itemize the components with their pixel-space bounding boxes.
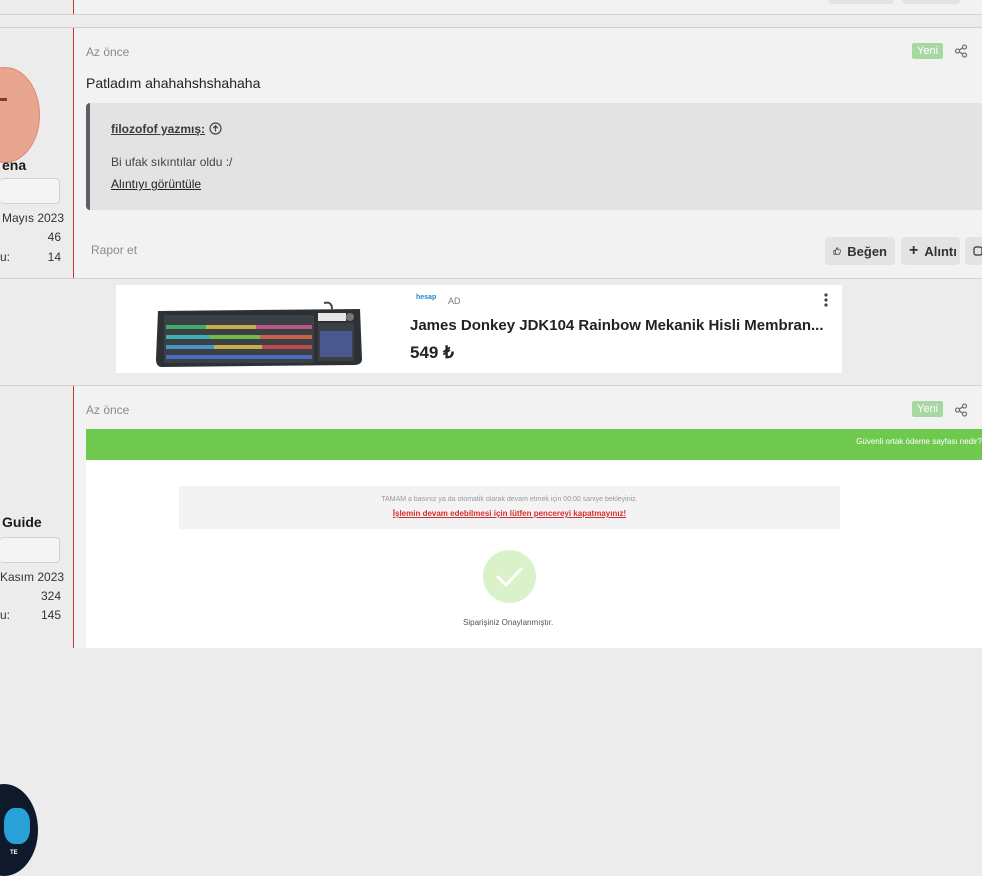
checkmark-icon <box>496 567 523 587</box>
like-label: Beğen <box>847 243 887 259</box>
avatar-text: TE <box>10 850 18 856</box>
keyboard-image <box>156 301 362 367</box>
ad-title[interactable]: James Donkey JDK104 Rainbow Mekanik Hisl… <box>410 317 838 334</box>
new-badge: Yeni <box>912 43 944 59</box>
post-text: Patladım ahahahshshahaha <box>86 75 261 91</box>
ad-brand-text: hesap <box>416 294 437 301</box>
embedded-screenshot: Güvenli ortak ödeme sayfası nedir? TAMAM… <box>86 429 982 648</box>
user-title-box <box>0 178 60 204</box>
reaction-count: 14 <box>47 250 61 264</box>
embed-top-bar-text: Güvenli ortak ödeme sayfası nedir? <box>856 437 982 446</box>
avatar-face <box>4 808 30 844</box>
thumbs-up-icon <box>833 247 841 255</box>
view-quote-link[interactable]: Alıntıyı görüntüle <box>111 177 201 191</box>
reply-icon <box>973 246 982 256</box>
user-title-box <box>0 537 60 563</box>
username[interactable]: Guide <box>2 514 42 530</box>
ad-banner[interactable]: hesap AD James Donkey JDK104 Rainbow Mek… <box>116 285 842 373</box>
quote-block: filozofof yazmış: Bi ufak sıkıntılar old… <box>86 103 982 210</box>
avatar[interactable]: TE <box>0 784 38 876</box>
quote-text: Bi ufak sıkıntılar oldu :/ <box>111 155 233 169</box>
joined-date: Kasım 2023 <box>0 570 65 584</box>
embed-top-bar: Güvenli ortak ödeme sayfası nedir? <box>86 429 982 460</box>
avatar[interactable] <box>0 67 40 163</box>
share-icon[interactable] <box>954 44 968 58</box>
report-link[interactable]: Rapor et <box>91 243 137 257</box>
divider <box>0 27 982 28</box>
quote-author[interactable]: filozofof yazmış: <box>111 122 205 136</box>
user-column: TE Guide Kasım 2023 324 u: 145 <box>0 386 74 876</box>
embed-status-text: Siparişiniz Onaylanmıştır. <box>463 618 554 627</box>
quote-author-link[interactable]: filozofof yazmış: <box>111 122 205 136</box>
post-time[interactable]: Az önce <box>86 45 129 59</box>
quote-button[interactable]: + Alıntı <box>901 237 960 265</box>
ad-left-spacer <box>0 279 73 385</box>
embed-info-line2: İşlemin devam edebilmesi için lütfen pen… <box>392 509 627 518</box>
arrow-up-circle-icon[interactable] <box>209 122 222 135</box>
divider <box>0 14 982 15</box>
message-count: 324 <box>40 589 61 603</box>
prev-button[interactable] <box>828 0 894 4</box>
prev-button[interactable] <box>902 0 960 4</box>
user-column: ena Mayıs 2023 46 u: 14 <box>0 27 74 278</box>
quote-label: Alıntı <box>924 243 957 259</box>
divider <box>0 278 982 279</box>
ad-brand-logo: hesap <box>416 294 436 301</box>
message-count: 46 <box>47 230 61 244</box>
reaction-label: u: <box>0 250 11 264</box>
like-button[interactable]: Beğen <box>825 237 895 265</box>
ad-label: AD <box>448 296 461 306</box>
ad-price: 549 ₺ <box>410 343 454 362</box>
post-time[interactable]: Az önce <box>86 403 129 417</box>
reaction-count: 145 <box>40 608 61 622</box>
prev-user-column <box>0 0 74 14</box>
share-icon[interactable] <box>954 403 968 417</box>
username[interactable]: ena <box>2 157 26 173</box>
new-badge: Yeni <box>912 401 944 417</box>
embed-info-line1: TAMAM a basınız ya da otomatik olarak de… <box>381 496 638 503</box>
more-vert-icon[interactable] <box>822 292 830 308</box>
avatar-mark <box>0 98 7 101</box>
check-circle-icon <box>483 550 536 603</box>
more-reply-button[interactable] <box>965 237 982 265</box>
reaction-label: u: <box>0 608 11 622</box>
embed-info-box: TAMAM a basınız ya da otomatik olarak de… <box>179 486 840 529</box>
joined-date: Mayıs 2023 <box>2 211 65 225</box>
plus-icon: + <box>909 242 919 259</box>
